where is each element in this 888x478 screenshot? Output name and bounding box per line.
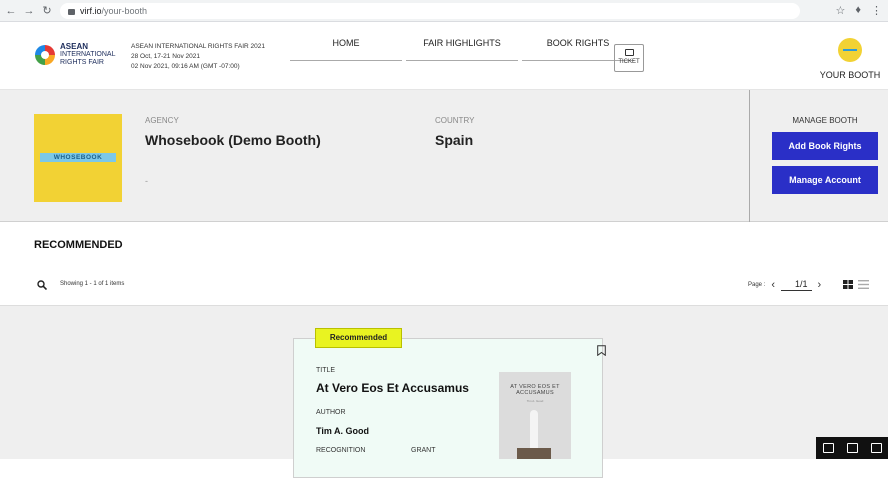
manage-account-button[interactable]: Manage Account <box>772 166 878 194</box>
author-label: AUTHOR <box>316 409 346 416</box>
ticket-label: TICKET <box>618 59 640 65</box>
book-title[interactable]: At Vero Eos Et Accusamus <box>316 381 469 395</box>
cover-author: Tim A. Good <box>526 399 544 403</box>
cover-title: AT VERO EOS ET ACCUSAMUS <box>510 384 560 396</box>
forward-arrow-icon[interactable]: → <box>22 5 36 17</box>
next-page-icon[interactable]: › <box>818 279 822 291</box>
results-toolbar: Showing 1 - 1 of 1 items Page : ‹ 1/1 › <box>0 266 888 306</box>
chat-icon[interactable] <box>870 443 882 453</box>
recommended-heading: RECOMMENDED <box>34 239 123 251</box>
browser-toolbar: ← → ↻ virf.io/your-booth ☆ ♦ ⋮ <box>0 0 888 22</box>
book-author: Tim A. Good <box>316 426 369 436</box>
recommended-badge: Recommended <box>315 328 402 348</box>
recognition-label: RECOGNITION <box>316 447 366 454</box>
booth-info-panel: WHOSEBOOK AGENCY Whosebook (Demo Booth) … <box>0 90 888 222</box>
your-booth-label: YOUR BOOTH <box>819 70 881 80</box>
agency-description: - <box>145 176 148 186</box>
your-booth-button[interactable]: YOUR BOOTH <box>815 38 885 80</box>
grid-view-icon[interactable] <box>843 280 853 289</box>
country-label: COUNTRY <box>435 116 475 125</box>
booth-avatar <box>838 38 862 62</box>
logo-line-1: ASEAN <box>60 42 89 51</box>
fair-name: ASEAN INTERNATIONAL RIGHTS FAIR 2021 <box>131 43 266 50</box>
floating-toolbar <box>816 437 888 459</box>
main-nav: HOME FAIR HIGHLIGHTS BOOK RIGHTS <box>290 38 638 61</box>
logo-line-3: RIGHTS FAIR <box>60 59 104 66</box>
url-host: virf.io <box>80 6 102 16</box>
briefcase-icon[interactable] <box>822 443 834 453</box>
vertical-divider <box>749 90 750 222</box>
fair-logo-icon <box>35 45 55 65</box>
manage-booth-label: MANAGE BOOTH <box>792 116 858 125</box>
cover-rocket-image <box>530 410 538 450</box>
nav-home[interactable]: HOME <box>290 38 402 61</box>
grant-label: GRANT <box>411 447 436 454</box>
ticket-icon <box>624 49 634 56</box>
prev-page-icon[interactable]: ‹ <box>771 279 775 291</box>
menu-dots-icon[interactable]: ⋮ <box>871 4 882 17</box>
lock-icon <box>68 9 75 15</box>
add-book-rights-button[interactable]: Add Book Rights <box>772 132 878 160</box>
list-view-icon[interactable] <box>858 280 869 289</box>
fair-logo[interactable]: ASEAN INTERNATIONAL RIGHTS FAIR <box>34 42 122 72</box>
agency-name: Whosebook (Demo Booth) <box>145 132 321 148</box>
results-count: Showing 1 - 1 of 1 items <box>60 281 125 287</box>
star-icon[interactable]: ☆ <box>836 4 846 17</box>
country-name: Spain <box>435 132 474 148</box>
site-header: ASEAN INTERNATIONAL RIGHTS FAIR ASEAN IN… <box>0 22 888 90</box>
ticket-button[interactable]: TICKET <box>614 44 644 72</box>
booth-logo-text: WHOSEBOOK <box>40 153 116 162</box>
page-label: Page : <box>748 282 766 288</box>
bookmark-icon[interactable] <box>597 345 606 356</box>
back-arrow-icon[interactable]: ← <box>4 5 18 17</box>
page-indicator[interactable]: 1/1 <box>781 279 812 291</box>
fair-dates: 28 Oct, 17-21 Nov 2021 <box>131 53 201 60</box>
booth-logo: WHOSEBOOK <box>34 114 122 202</box>
reload-icon[interactable]: ↻ <box>40 4 54 17</box>
cover-base-image <box>517 448 551 459</box>
title-label: TITLE <box>316 367 336 374</box>
calendar-icon[interactable] <box>846 443 858 453</box>
book-cover[interactable]: AT VERO EOS ET ACCUSAMUS Tim A. Good <box>499 372 571 459</box>
search-icon[interactable] <box>37 280 47 290</box>
extensions-icon[interactable]: ♦ <box>855 4 861 17</box>
pagination: Page : ‹ 1/1 › <box>748 279 827 291</box>
nav-fair-highlights[interactable]: FAIR HIGHLIGHTS <box>406 38 518 61</box>
fair-info: ASEAN INTERNATIONAL RIGHTS FAIR 2021 28 … <box>131 42 265 72</box>
url-path: /your-booth <box>101 6 148 16</box>
current-time: 02 Nov 2021, 09:16 AM (GMT -07:00) <box>131 63 240 70</box>
agency-label: AGENCY <box>145 116 179 125</box>
logo-line-2: INTERNATIONAL <box>60 51 116 58</box>
address-bar[interactable]: virf.io/your-booth <box>60 3 800 19</box>
